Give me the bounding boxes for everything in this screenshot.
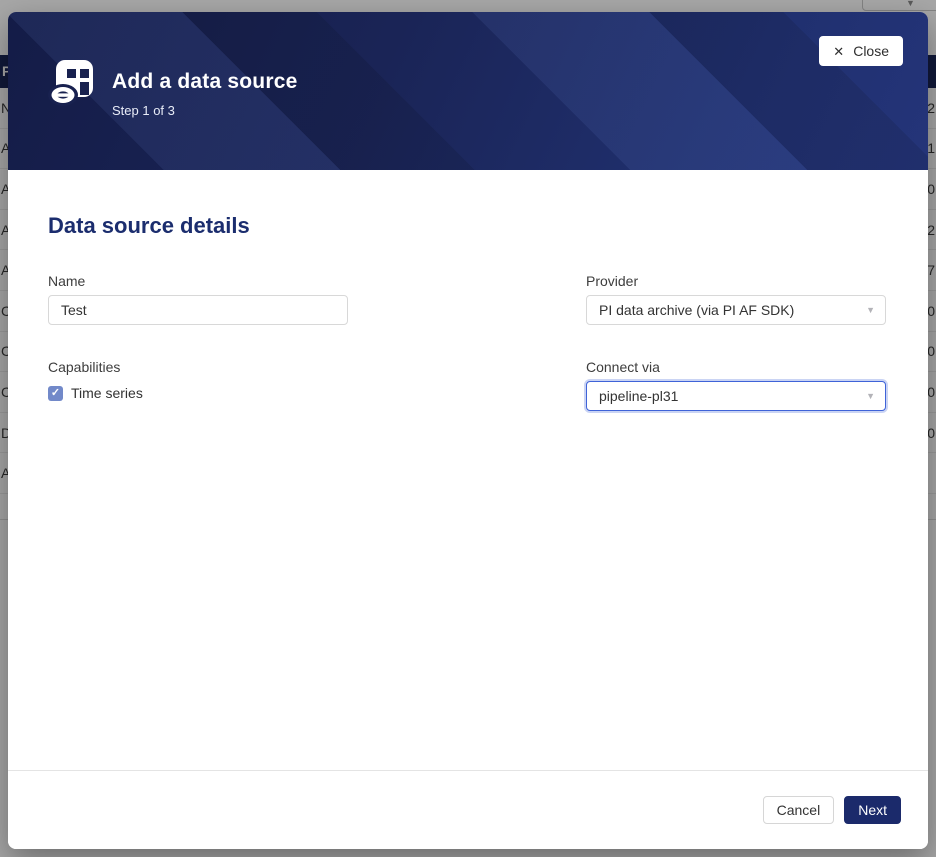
provider-select[interactable]: PI data archive (via PI AF SDK) ▼ bbox=[586, 295, 886, 325]
dialog-header: Add a data source Step 1 of 3 ✕ Close bbox=[8, 12, 928, 170]
time-series-checkbox-row[interactable]: ✓ Time series bbox=[48, 385, 348, 401]
name-field-group: Name bbox=[48, 273, 348, 325]
section-heading: Data source details bbox=[48, 213, 888, 239]
cancel-button[interactable]: Cancel bbox=[763, 796, 835, 824]
data-source-icon bbox=[46, 58, 94, 110]
provider-field-group: Provider PI data archive (via PI AF SDK)… bbox=[586, 273, 886, 325]
close-button[interactable]: ✕ Close bbox=[819, 36, 903, 66]
name-input[interactable] bbox=[48, 295, 348, 325]
time-series-label: Time series bbox=[71, 385, 143, 401]
capabilities-label: Capabilities bbox=[48, 359, 348, 375]
close-button-label: Close bbox=[853, 43, 889, 59]
connect-via-select[interactable]: pipeline-pl31 ▼ bbox=[586, 381, 886, 411]
next-button[interactable]: Next bbox=[844, 796, 901, 824]
caret-down-icon: ▼ bbox=[866, 391, 875, 401]
provider-label: Provider bbox=[586, 273, 886, 289]
name-label: Name bbox=[48, 273, 348, 289]
close-icon: ✕ bbox=[833, 45, 844, 58]
dialog-footer: Cancel Next bbox=[8, 770, 928, 849]
dialog-body: Data source details Name Provider PI dat… bbox=[8, 213, 928, 411]
provider-selected-value: PI data archive (via PI AF SDK) bbox=[599, 302, 794, 318]
dialog-step-indicator: Step 1 of 3 bbox=[112, 103, 297, 118]
caret-down-icon: ▼ bbox=[866, 305, 875, 315]
capabilities-field-group: Capabilities ✓ Time series bbox=[48, 359, 348, 411]
dialog-title: Add a data source bbox=[112, 70, 297, 94]
time-series-checkbox[interactable]: ✓ bbox=[48, 386, 63, 401]
connect-via-field-group: Connect via pipeline-pl31 ▼ bbox=[586, 359, 886, 411]
connect-via-selected-value: pipeline-pl31 bbox=[599, 388, 678, 404]
add-data-source-dialog: Add a data source Step 1 of 3 ✕ Close Da… bbox=[8, 12, 928, 849]
connect-via-label: Connect via bbox=[586, 359, 886, 375]
checkmark-icon: ✓ bbox=[51, 388, 60, 399]
data-source-form: Name Provider PI data archive (via PI AF… bbox=[48, 273, 888, 411]
